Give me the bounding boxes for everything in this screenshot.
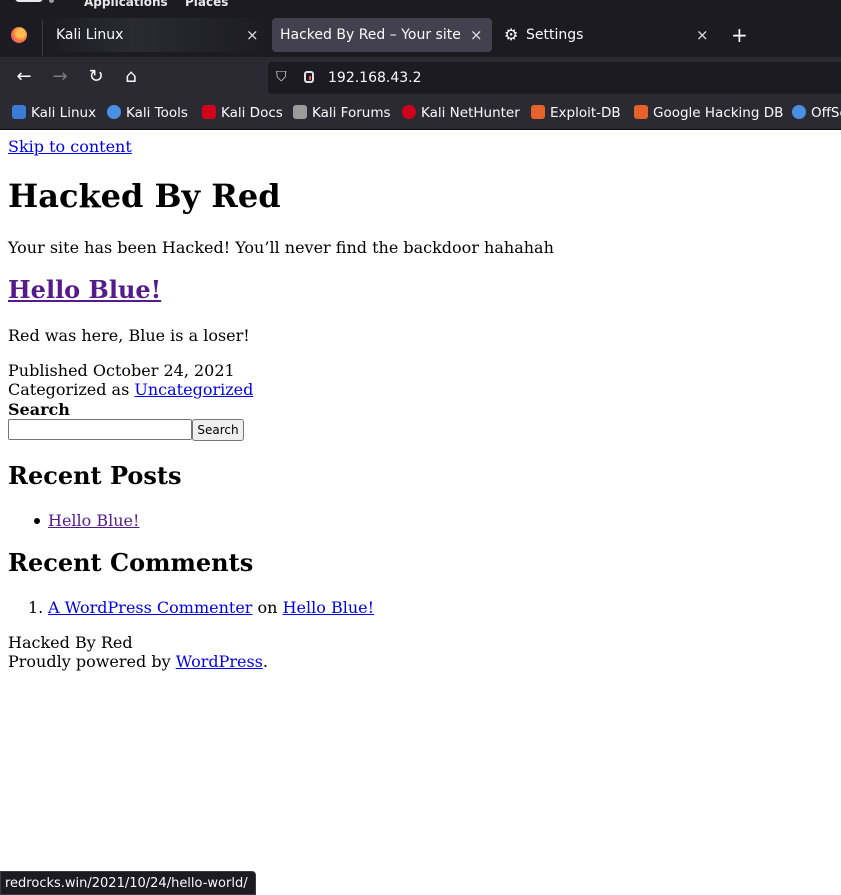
url-bar[interactable]: ⛉ 192.168.43.2 [268, 62, 841, 94]
applications-menu[interactable]: Applications [84, 0, 168, 9]
home-button[interactable]: ⌂ [119, 65, 143, 89]
firefox-view-icon[interactable] [11, 27, 27, 43]
back-button[interactable]: ← [12, 65, 36, 89]
tab-hacked-by-red[interactable]: Hacked By Red – Your site has been Hacke… [272, 18, 492, 52]
wordpress-link[interactable]: WordPress [176, 652, 263, 671]
kali-forums-icon [293, 105, 307, 119]
list-bullet [34, 518, 40, 524]
bookmark-kali-docs[interactable]: Kali Docs [202, 98, 283, 128]
post-title: Hello Blue! [8, 275, 161, 304]
indicator-dot [49, 0, 54, 3]
post-published: Published October 24, 2021 [8, 361, 235, 380]
footer-credits: Proudly powered by WordPress. [8, 652, 268, 671]
close-icon[interactable]: × [246, 18, 259, 52]
url-text[interactable]: 192.168.43.2 [328, 62, 422, 94]
gear-icon: ⚙ [504, 25, 519, 44]
recent-posts-list: Hello Blue! [34, 511, 139, 530]
tab-label: Kali Linux [56, 27, 124, 43]
offsec-icon [792, 105, 806, 119]
bookmark-google-hacking-db[interactable]: Google Hacking DB [634, 98, 783, 128]
kali-menu-icon[interactable] [15, 0, 43, 2]
recent-comments-heading: Recent Comments [8, 548, 254, 577]
bookmark-label: Exploit-DB [550, 105, 621, 121]
tab-label: Hacked By Red – Your site has been Hacke… [280, 27, 466, 43]
bookmark-kali-nethunter[interactable]: Kali NetHunter [402, 98, 520, 128]
powered-by-text: Proudly powered by [8, 652, 171, 671]
navigation-toolbar: ← → ↻ ⌂ ⛉ 192.168.43.2 [0, 57, 841, 98]
exploit-db-icon [531, 105, 545, 119]
kali-docs-icon [202, 105, 216, 119]
forward-button[interactable]: → [48, 65, 72, 89]
kali-dragon-icon [12, 105, 26, 119]
site-title: Hacked By Red [8, 177, 281, 215]
category-link[interactable]: Uncategorized [134, 380, 253, 399]
tab-separator [42, 20, 43, 56]
post-category: Categorized as Uncategorized [8, 380, 253, 399]
recent-posts-heading: Recent Posts [8, 461, 182, 490]
bookmark-label: OffSec [811, 105, 841, 121]
tab-kali-linux[interactable]: Kali Linux × [44, 18, 268, 52]
status-url-tooltip: redrocks.win/2021/10/24/hello-world/ [0, 871, 256, 895]
bookmark-exploit-db[interactable]: Exploit-DB [531, 98, 621, 128]
close-icon[interactable]: × [470, 18, 483, 52]
bookmark-label: Kali Linux [31, 105, 97, 121]
bookmark-offsec[interactable]: OffSec [792, 98, 841, 128]
bookmark-kali-tools[interactable]: Kali Tools [107, 98, 188, 128]
bookmark-label: Kali Forums [312, 105, 391, 121]
comment-on-text: on [257, 598, 278, 617]
ghdb-icon [634, 105, 648, 119]
tab-label: Settings [526, 27, 584, 43]
places-menu[interactable]: Places [185, 0, 228, 9]
bookmark-label: Kali Tools [126, 105, 188, 121]
skip-to-content-link[interactable]: Skip to content [8, 137, 132, 156]
search-button[interactable]: Search [192, 419, 244, 441]
published-date: October 24, 2021 [92, 361, 235, 380]
tab-settings[interactable]: ⚙ Settings × [496, 18, 718, 52]
post-title-link[interactable]: Hello Blue! [8, 275, 161, 304]
footer-site-title: Hacked By Red [8, 633, 133, 652]
shield-icon[interactable]: ⛉ [276, 69, 287, 85]
new-tab-button[interactable]: + [731, 25, 748, 45]
bookmark-label: Google Hacking DB [653, 105, 784, 121]
system-top-bar: Applications Places [0, 0, 841, 12]
tab-bar: Kali Linux × Hacked By Red – Your site h… [0, 12, 841, 57]
recent-post-link[interactable]: Hello Blue! [48, 511, 139, 530]
comment-post-link[interactable]: Hello Blue! [283, 598, 374, 617]
recent-comment-item: 1. A WordPress Commenter on Hello Blue! [28, 598, 374, 617]
nethunter-icon [402, 105, 416, 119]
bookmark-kali-forums[interactable]: Kali Forums [293, 98, 391, 128]
bookmark-kali-linux[interactable]: Kali Linux [12, 98, 96, 128]
bookmark-label: Kali NetHunter [421, 105, 520, 121]
list-number: 1. [28, 598, 44, 617]
close-icon[interactable]: × [696, 18, 709, 52]
categorized-label: Categorized as [8, 380, 130, 399]
bookmark-label: Kali Docs [221, 105, 283, 121]
site-tagline: Your site has been Hacked! You’ll never … [8, 238, 554, 257]
published-label: Published [8, 361, 88, 380]
search-label: Search [8, 400, 70, 419]
comment-author-link[interactable]: A WordPress Commenter [48, 598, 252, 617]
bookmarks-toolbar: Kali Linux Kali Tools Kali Docs Kali For… [0, 98, 841, 130]
insecure-lock-icon[interactable] [304, 71, 314, 83]
kali-tools-icon [107, 105, 121, 119]
post-content: Red was here, Blue is a loser! [8, 326, 250, 345]
search-input[interactable] [8, 419, 192, 440]
reload-button[interactable]: ↻ [84, 65, 108, 89]
footer-period: . [262, 652, 268, 671]
